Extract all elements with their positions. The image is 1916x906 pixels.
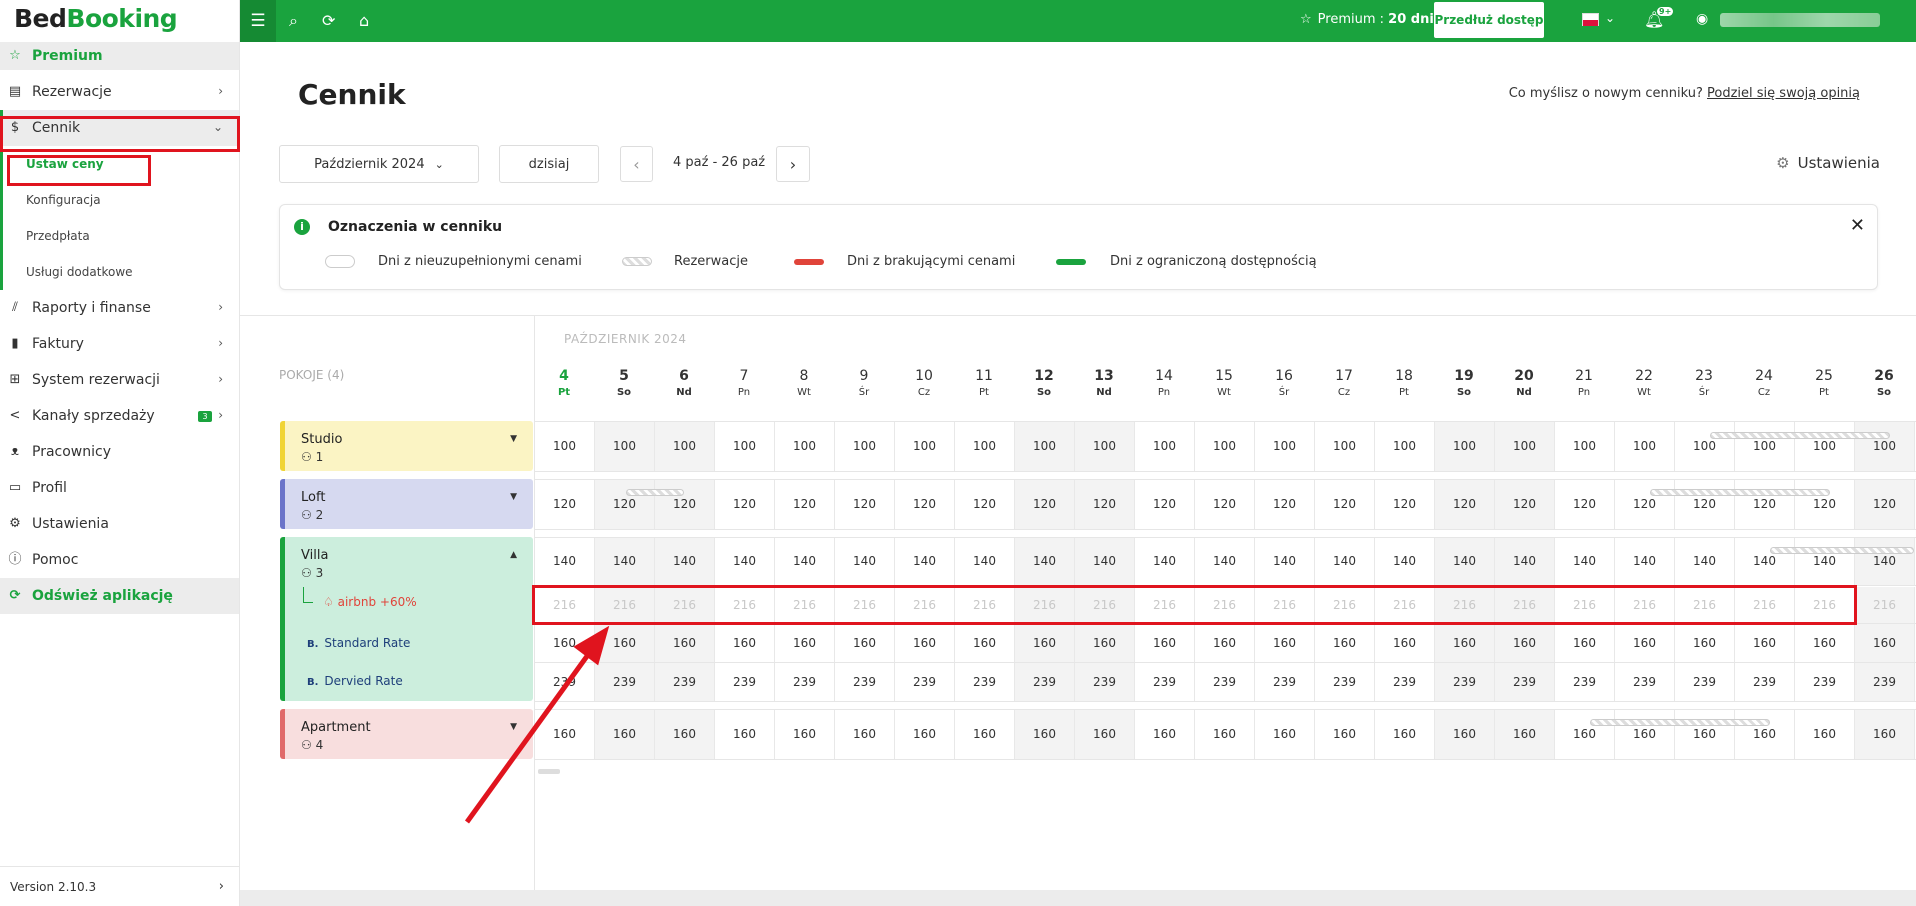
- annotation-arrow: [464, 625, 610, 824]
- app-root: BedBooking ☆ Premium ▤ Rezerwacje › $ Ce…: [0, 0, 1916, 906]
